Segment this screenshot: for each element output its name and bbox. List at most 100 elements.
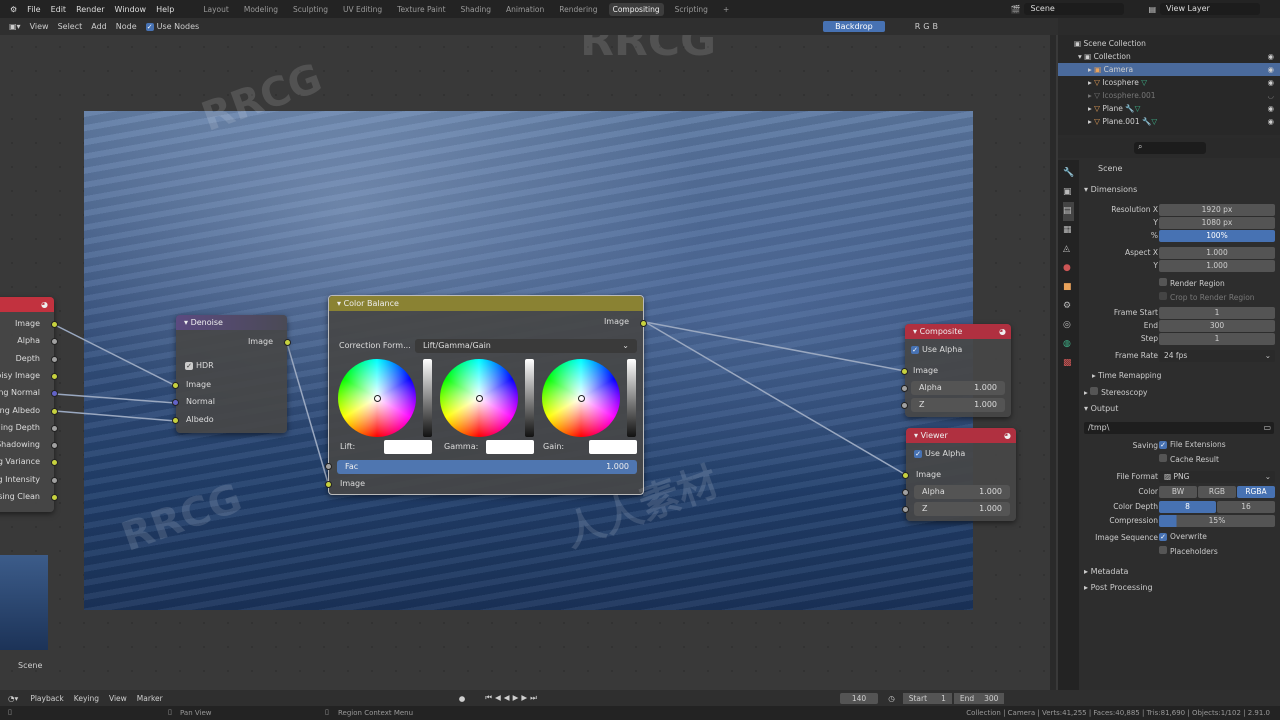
fac-slider[interactable]: Fac 1.000 [337,460,637,474]
viewer-z-field[interactable]: Z 1.000 [914,502,1010,516]
dimensions-panel-header[interactable]: ▾ Dimensions [1084,185,1137,194]
eye-closed-icon[interactable]: ◡ [1267,89,1274,102]
gain-value-slider[interactable] [627,359,636,437]
menu-view[interactable]: View [30,22,49,31]
fac-socket[interactable] [325,463,332,470]
viewer-use-alpha-checkbox[interactable]: ✓ Use Alpha [914,449,965,458]
render-layers-output-socket[interactable] [51,355,58,363]
properties-search[interactable]: ⌕ [1134,142,1206,154]
frame-start-field[interactable]: 1 [1159,307,1275,319]
record-button[interactable]: ● [459,694,466,703]
render-layers-output-socket[interactable] [51,321,58,328]
menu-window[interactable]: Window [115,5,147,14]
use-nodes-checkbox[interactable]: ✓ Use Nodes [145,22,199,31]
composite-z-socket[interactable] [901,402,908,409]
file-format-dropdown[interactable]: ▨ PNG ⌄ [1159,471,1275,483]
aspect-x-field[interactable]: 1.000 [1159,247,1275,259]
color-balance-header[interactable]: ▾ Color Balance [329,296,643,311]
color-balance-output-socket[interactable] [640,320,647,327]
menu-edit[interactable]: Edit [51,5,67,14]
lift-color-swatch[interactable] [384,440,432,454]
render-layers-header[interactable]: ◕ [0,297,54,312]
output-panel-header[interactable]: ▾ Output [1084,404,1118,413]
editor-scrollbar[interactable] [1050,35,1056,690]
outliner-item-camera[interactable]: ▸ ▣ Camera ◉ [1058,63,1280,76]
correction-format-dropdown[interactable]: Lift/Gamma/Gain ⌄ [415,339,637,353]
color-bw-button[interactable]: BW [1159,486,1197,498]
gamma-color-wheel[interactable] [440,359,518,437]
metadata-panel[interactable]: ▸ Metadata [1084,567,1128,576]
stereoscopy-panel[interactable]: ▸ Stereoscopy [1084,387,1147,397]
eye-icon[interactable]: ◉ [1267,102,1274,115]
color-balance-node[interactable]: ▾ Color Balance Image Correction Form...… [325,295,647,495]
resolution-x-field[interactable]: 1920 px [1159,204,1275,216]
tab-uv-editing[interactable]: UV Editing [339,3,386,16]
composite-node[interactable]: ▾ Composite ◕ ✓ Use Alpha Image Alpha 1.000… [901,324,1011,417]
composite-use-alpha-checkbox[interactable]: ✓ Use Alpha [911,345,962,354]
eye-icon[interactable]: ◉ [1267,115,1274,128]
scene-icon[interactable]: 🎬 [1010,5,1020,14]
viewer-z-socket[interactable] [902,506,909,513]
end-frame-field[interactable]: End 300 [953,692,1005,704]
menu-node[interactable]: Node [116,22,137,31]
composite-alpha-field[interactable]: Alpha 1.000 [911,381,1005,395]
resolution-y-field[interactable]: 1080 px [1159,217,1275,229]
tab-shading[interactable]: Shading [457,3,495,16]
outliner-item-plane[interactable]: ▸ ▽ Plane 🔧▽ ◉ [1058,102,1280,115]
node-editor[interactable]: ◕ Image Alpha Depth oisy Image ing Normal ing… [0,35,1058,690]
render-layers-output-socket[interactable] [51,494,58,501]
clock-icon[interactable]: ◔▾ [8,694,18,703]
viewer-alpha-field[interactable]: Alpha 1.000 [914,485,1010,499]
object-tab-icon[interactable]: ■ [1063,278,1074,297]
denoise-node[interactable]: ▾ Denoise Image ✓ HDR Image Normal Albedo [172,315,291,433]
render-tab-icon[interactable]: ▣ [1063,183,1074,202]
tab-animation[interactable]: Animation [502,3,548,16]
file-extensions-checkbox[interactable]: ✓ File Extensions [1159,440,1226,449]
outliner-item-icosphere[interactable]: ▸ ▽ Icosphere ▽ ◉ [1058,76,1280,89]
tool-tab-icon[interactable]: 🔧 [1063,164,1074,183]
channel-b[interactable]: B [933,22,939,31]
menu-select[interactable]: Select [58,22,83,31]
tab-scripting[interactable]: Scripting [671,3,712,16]
outliner-item-plane-001[interactable]: ▸ ▽ Plane.001 🔧▽ ◉ [1058,115,1280,128]
outliner-collection[interactable]: ▾ ▣ Collection ◉ [1058,50,1280,63]
render-layers-node[interactable]: ◕ Image Alpha Depth oisy Image ing Normal ing… [0,297,58,512]
start-frame-field[interactable]: Start 1 [902,692,952,704]
playback-controls[interactable]: ⏮◀◀▶▶⏭ [485,693,540,703]
backdrop-toggle[interactable]: Backdrop [823,21,885,32]
outliner-item-icosphere-001[interactable]: ▸ ▽ Icosphere.001 ◡ [1058,89,1280,102]
editor-type-icon[interactable]: ▣▾ [9,22,21,31]
tab-compositing[interactable]: Compositing [608,2,664,16]
frame-end-field[interactable]: 300 [1159,320,1275,332]
outliner[interactable]: ▣ Scene Collection ▾ ▣ Collection ◉ ▸ ▣ C… [1058,35,1280,135]
folder-icon[interactable]: ▭ [1263,422,1271,434]
viewer-node[interactable]: ▾ Viewer ◕ ✓ Use Alpha Image Alpha 1.000 Z1… [902,428,1016,521]
frame-step-field[interactable]: 1 [1159,333,1275,345]
gamma-color-swatch[interactable] [486,440,534,454]
aspect-y-field[interactable]: 1.000 [1159,260,1275,272]
lift-color-wheel[interactable] [338,359,416,437]
overwrite-checkbox[interactable]: ✓ Overwrite [1159,532,1207,541]
lift-value-slider[interactable] [423,359,432,437]
crop-region-checkbox[interactable]: Crop to Render Region [1159,292,1255,302]
resolution-percent-field[interactable]: 100% [1159,230,1275,242]
viewer-header[interactable]: ▾ Viewer ◕ [906,428,1016,443]
view-layer-icon[interactable]: ▤ [1148,5,1156,14]
menu-marker[interactable]: Marker [137,694,163,703]
gain-color-wheel[interactable] [542,359,620,437]
tab-rendering[interactable]: Rendering [555,3,601,16]
placeholders-checkbox[interactable]: Placeholders [1159,546,1218,556]
channel-g[interactable]: G [923,22,929,31]
tab-texture-paint[interactable]: Texture Paint [393,3,449,16]
eye-icon[interactable]: ◉ [1267,50,1274,63]
viewer-alpha-socket[interactable] [902,489,909,496]
color-rgb-button[interactable]: RGB [1198,486,1236,498]
menu-playback[interactable]: Playback [30,694,63,703]
menu-keying[interactable]: Keying [74,694,99,703]
render-region-checkbox[interactable]: Render Region [1159,278,1225,288]
tab-layout[interactable]: Layout [199,3,233,16]
render-layers-output-socket[interactable] [51,424,58,432]
post-processing-panel[interactable]: ▸ Post Processing [1084,583,1153,592]
menu-render[interactable]: Render [76,5,104,14]
scene-selector[interactable]: Scene [1024,3,1125,15]
